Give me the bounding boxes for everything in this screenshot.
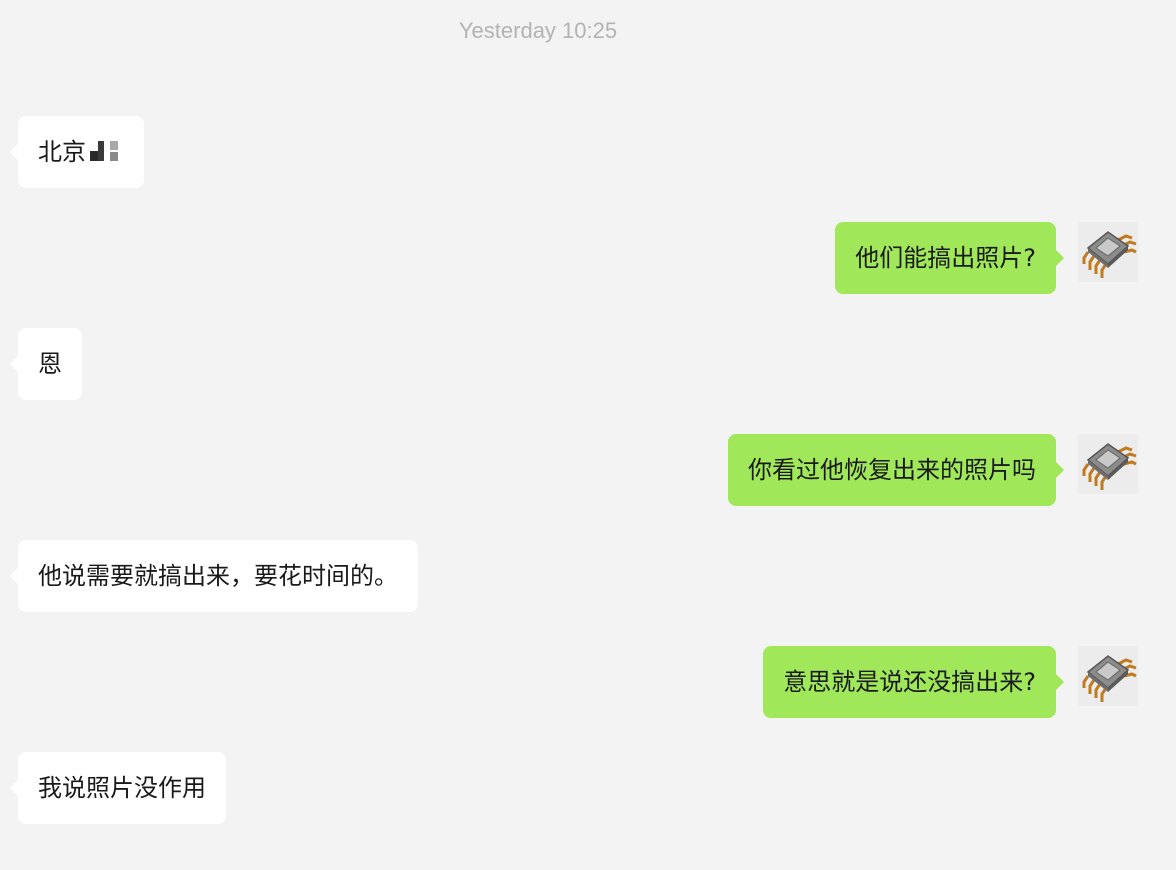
user-avatar[interactable] <box>1078 646 1138 706</box>
outgoing-message-bubble[interactable]: 意思就是说还没搞出来? <box>763 646 1064 718</box>
incoming-message-bubble[interactable]: 他说需要就搞出来，要花时间的。 <box>10 540 418 612</box>
incoming-message-bubble[interactable]: 恩 <box>10 328 82 400</box>
microchip-icon <box>1082 443 1137 490</box>
message-text: 他们能搞出照片? <box>855 244 1036 272</box>
outgoing-message-bubble[interactable]: 你看过他恢复出来的照片吗 <box>728 434 1064 506</box>
message-timestamp: Yesterday 10:25 <box>458 18 618 43</box>
message-text: 他说需要就搞出来，要花时间的。 <box>38 562 398 590</box>
message-text: 你看过他恢复出来的照片吗 <box>748 456 1036 484</box>
incoming-message-bubble[interactable]: 北京 <box>10 116 144 188</box>
user-avatar[interactable] <box>1078 222 1138 282</box>
user-avatar[interactable] <box>1078 434 1138 494</box>
chat-window: Yesterday 10:25 北京 他们能搞出照片? 恩 你看过他恢复出来的照… <box>0 0 1176 870</box>
message-text: 意思就是说还没搞出来? <box>783 668 1036 696</box>
microchip-icon <box>1082 655 1137 702</box>
outgoing-message-bubble[interactable]: 他们能搞出照片? <box>835 222 1064 294</box>
incoming-message-bubble[interactable]: 我说照片没作用 <box>10 752 226 824</box>
message-text: 我说照片没作用 <box>38 774 206 802</box>
microchip-icon <box>1082 231 1137 278</box>
redacted-text-icon <box>90 139 124 163</box>
message-text: 北京 <box>38 138 86 166</box>
message-text: 恩 <box>38 350 62 378</box>
